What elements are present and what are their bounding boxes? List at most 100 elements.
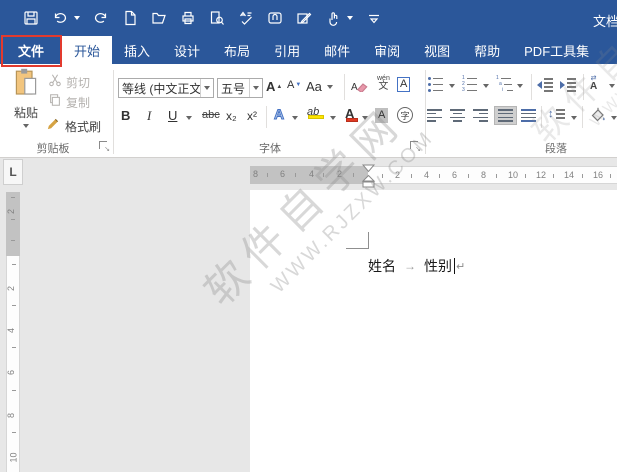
bullets-dropdown[interactable] xyxy=(449,84,455,88)
align-left-button[interactable] xyxy=(427,109,442,122)
customize-icon[interactable] xyxy=(365,9,382,26)
undo-dropdown-arrow[interactable] xyxy=(74,15,80,20)
text-highlight-button[interactable]: ab xyxy=(307,106,324,119)
print-icon[interactable] xyxy=(179,9,196,26)
touch-mode-icon[interactable] xyxy=(324,9,341,26)
open-icon[interactable] xyxy=(150,9,167,26)
text-effects-dropdown[interactable] xyxy=(292,116,298,120)
ribbon: 粘贴 剪切 复制 格式刷 剪贴板 等线 (中文正文 五号 A▲ xyxy=(0,64,617,158)
ruler-tick xyxy=(525,174,526,178)
shading-dropdown[interactable] xyxy=(611,116,617,120)
tab-PDF工具集[interactable]: PDF工具集 xyxy=(512,36,601,64)
cut-button[interactable]: 剪切 xyxy=(48,73,90,92)
increase-indent-button[interactable] xyxy=(560,78,576,92)
character-border-button[interactable]: A xyxy=(397,77,411,92)
clear-formatting-button[interactable]: A xyxy=(351,77,370,97)
phonetic-guide-button[interactable]: wén 文 xyxy=(377,75,390,92)
copy-button[interactable]: 复制 xyxy=(48,93,90,112)
horizontal-ruler-margin[interactable]: 8 6 4 2 xyxy=(250,166,368,184)
distribute-button[interactable] xyxy=(521,109,536,122)
text-effects-button[interactable]: A xyxy=(273,106,284,123)
shading-button[interactable] xyxy=(589,106,607,129)
tab-插入[interactable]: 插入 xyxy=(112,36,162,64)
superscript-button[interactable]: x² xyxy=(247,109,257,123)
tab-开始[interactable]: 开始 xyxy=(62,36,113,64)
paste-dropdown-arrow[interactable] xyxy=(23,124,29,128)
attachment-icon[interactable] xyxy=(266,9,283,26)
tab-审阅[interactable]: 审阅 xyxy=(362,36,412,64)
multilevel-list-button[interactable]: 1 a i xyxy=(496,76,513,93)
vertical-ruler-margin[interactable]: 2 xyxy=(6,192,20,256)
ruler-tick xyxy=(323,173,324,177)
change-case-dropdown[interactable] xyxy=(326,84,333,89)
font-name-combo[interactable]: 等线 (中文正文 xyxy=(118,78,214,98)
spelling-check-icon[interactable] xyxy=(237,9,254,26)
numbering-button[interactable]: 1 2 3 xyxy=(462,76,477,93)
multilevel-dropdown[interactable] xyxy=(517,84,523,88)
underline-button[interactable]: U xyxy=(168,108,177,123)
word-window: 文档 文件 开始 插入 设计 布局 引用 邮件 审阅 视图 帮助 PDF工具集 粘贴 剪切 复制 xyxy=(0,0,617,472)
paste-button[interactable]: 粘贴 xyxy=(6,67,46,133)
font-color-button[interactable]: A xyxy=(345,106,358,122)
align-center-button[interactable] xyxy=(450,109,465,122)
underline-dropdown[interactable] xyxy=(186,116,192,120)
align-right-button[interactable] xyxy=(473,109,488,122)
paragraph-mark: ↵ xyxy=(456,260,466,273)
ruler-number: 10 xyxy=(8,452,19,463)
line-spacing-button[interactable]: ↕ xyxy=(548,108,565,120)
group-separator xyxy=(425,70,426,154)
font-name-value: 等线 (中文正文 xyxy=(122,81,200,96)
tab-布局[interactable]: 布局 xyxy=(212,36,262,64)
justify-button[interactable] xyxy=(494,106,517,125)
page[interactable] xyxy=(250,190,617,472)
enclose-characters-button[interactable]: 字 xyxy=(397,107,413,123)
ruler-tick xyxy=(610,174,611,178)
updown-arrow-icon: ↕ xyxy=(548,108,554,120)
change-case-button[interactable]: Aa xyxy=(306,79,333,94)
font-size-combo[interactable]: 五号 xyxy=(217,78,263,98)
shrink-font-button[interactable]: A ▼ xyxy=(287,79,301,91)
clipboard-dialog-launcher[interactable] xyxy=(99,141,110,153)
tab-帮助[interactable]: 帮助 xyxy=(462,36,512,64)
asian-layout-dropdown[interactable] xyxy=(609,84,615,88)
italic-button[interactable]: I xyxy=(147,108,151,124)
document-text-line[interactable]: 姓名 → 性别 ↵ xyxy=(368,256,465,276)
tab-视图[interactable]: 视图 xyxy=(412,36,462,64)
print-preview-icon[interactable] xyxy=(208,9,225,26)
edit-icon[interactable] xyxy=(295,9,312,26)
vertical-ruler[interactable]: 2 4 6 8 10 xyxy=(6,256,20,472)
document-title: 文档 xyxy=(593,14,617,29)
font-name-dropdown[interactable] xyxy=(200,79,213,97)
tab-stop-selector[interactable]: L xyxy=(3,159,23,185)
character-shading-button[interactable]: A xyxy=(375,108,389,123)
lines-icon xyxy=(544,78,553,92)
indent-markers[interactable] xyxy=(361,164,376,195)
font-size-dropdown[interactable] xyxy=(249,79,262,97)
numbering-dropdown[interactable] xyxy=(483,84,489,88)
grow-font-button[interactable]: A ▲ xyxy=(266,79,282,94)
strikethrough-button[interactable]: abc xyxy=(202,109,220,121)
ruler-tick xyxy=(12,347,16,348)
bold-button[interactable]: B xyxy=(121,108,130,123)
tab-文件[interactable]: 文件 xyxy=(0,36,62,64)
font-color-dropdown[interactable] xyxy=(362,116,368,120)
line-spacing-dropdown[interactable] xyxy=(571,116,577,120)
subscript-button[interactable]: x₂ xyxy=(226,109,237,123)
decrease-indent-button[interactable] xyxy=(537,78,553,92)
quick-access-toolbar xyxy=(22,9,382,26)
highlight-dropdown[interactable] xyxy=(330,116,336,120)
new-document-icon[interactable] xyxy=(121,9,138,26)
tab-设计[interactable]: 设计 xyxy=(162,36,212,64)
format-painter-button[interactable]: 格式刷 xyxy=(46,116,101,136)
undo-icon[interactable] xyxy=(51,9,68,26)
tab-引用[interactable]: 引用 xyxy=(262,36,312,64)
redo-icon[interactable] xyxy=(92,9,109,26)
tab-邮件[interactable]: 邮件 xyxy=(312,36,362,64)
touch-mode-dropdown-arrow[interactable] xyxy=(347,15,353,20)
bullets-button[interactable] xyxy=(428,77,443,92)
asian-layout-button[interactable]: ⇄ A xyxy=(590,75,597,92)
horizontal-ruler[interactable]: 2 4 6 8 10 12 14 16 xyxy=(368,166,617,184)
font-dialog-launcher[interactable] xyxy=(410,141,421,153)
save-icon[interactable] xyxy=(22,9,39,26)
eraser-icon xyxy=(355,77,370,97)
